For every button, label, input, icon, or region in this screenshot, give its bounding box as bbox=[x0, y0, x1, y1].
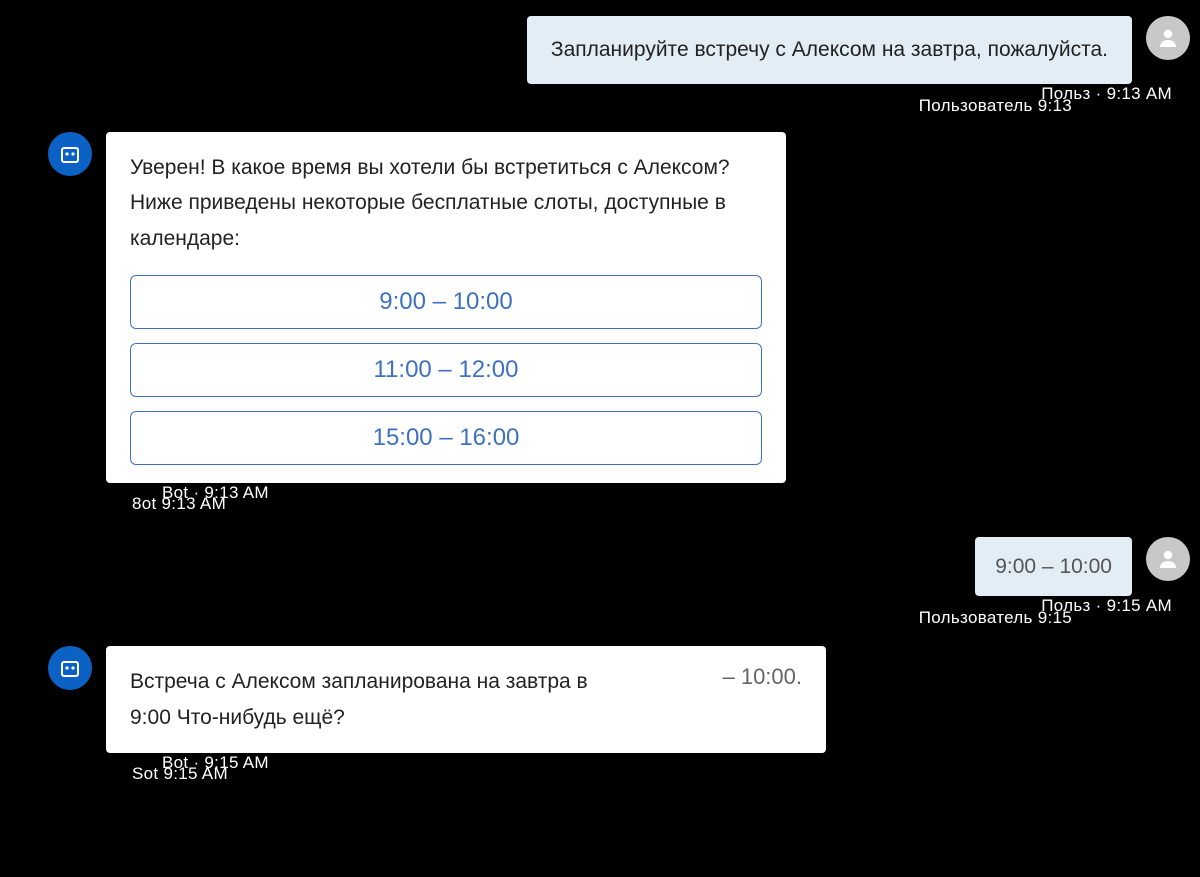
message-group-user-1: Запланируйте встречу с Алексом на завтра… bbox=[0, 16, 1200, 112]
user-message-text: 9:00 – 10:00 bbox=[995, 551, 1112, 583]
message-row: 9:00 – 10:00 bbox=[0, 537, 1200, 597]
bot-message-bubble: Уверен! В какое время вы хотели бы встре… bbox=[106, 132, 786, 483]
time-slot-option[interactable]: 9:00 – 10:00 bbox=[130, 275, 762, 329]
user-message-text: Запланируйте встречу с Алексом на завтра… bbox=[551, 34, 1108, 66]
time-slot-option[interactable]: 15:00 – 16:00 bbox=[130, 411, 762, 465]
message-meta: Bot · 9:15 AM Sot 9:15 AM bbox=[0, 753, 128, 781]
user-message-bubble: 9:00 – 10:00 bbox=[975, 537, 1132, 597]
user-avatar bbox=[1146, 537, 1190, 581]
time-slot-option[interactable]: 11:00 – 12:00 bbox=[130, 343, 762, 397]
chat-transcript: Запланируйте встречу с Алексом на завтра… bbox=[0, 0, 1200, 877]
message-meta-back-2: Пользователь 9:15 bbox=[919, 608, 1072, 628]
confirmation-row: Встреча с Алексом запланирована на завтр… bbox=[130, 664, 802, 735]
message-meta: Bot · 9:13 AM 8ot 9:13 AM bbox=[0, 483, 128, 511]
person-icon bbox=[1156, 547, 1180, 571]
person-icon bbox=[1156, 26, 1180, 50]
message-group-bot-2: Встреча с Алексом запланирована на завтр… bbox=[0, 646, 1200, 781]
message-row: Уверен! В какое время вы хотели бы встре… bbox=[0, 132, 1200, 483]
message-row: Запланируйте встречу с Алексом на завтра… bbox=[0, 16, 1200, 84]
message-meta-back-2: Пользователь 9:13 bbox=[919, 96, 1072, 116]
message-group-bot-1: Уверен! В какое время вы хотели бы встре… bbox=[0, 132, 1200, 511]
message-meta: Польз · 9:13 AM Пользователь 9:13 Пользо… bbox=[1132, 84, 1200, 112]
bot-avatar bbox=[48, 646, 92, 690]
bot-message-text: Встреча с Алексом запланирована на завтр… bbox=[130, 664, 630, 735]
time-slot-list: 9:00 – 10:00 11:00 – 12:00 15:00 – 16:00 bbox=[130, 275, 762, 465]
bot-message-bubble: Встреча с Алексом запланирована на завтр… bbox=[106, 646, 826, 753]
message-group-user-2: 9:00 – 10:00 Польз · 9:15 AM Пользовател… bbox=[0, 537, 1200, 625]
message-row: Встреча с Алексом запланирована на завтр… bbox=[0, 646, 1200, 753]
message-meta-back-2: 8ot 9:13 AM bbox=[132, 494, 226, 514]
bot-message-text: Уверен! В какое время вы хотели бы встре… bbox=[130, 150, 762, 257]
user-avatar bbox=[1146, 16, 1190, 60]
bot-avatar bbox=[48, 132, 92, 176]
message-meta-back-2: Sot 9:15 AM bbox=[132, 764, 228, 784]
message-meta: Польз · 9:15 AM Пользователь 9:15 bbox=[1132, 596, 1200, 624]
bot-icon bbox=[58, 656, 82, 680]
user-message-bubble: Запланируйте встречу с Алексом на завтра… bbox=[527, 16, 1132, 84]
bot-icon bbox=[58, 142, 82, 166]
bot-message-time-tail: – 10:00. bbox=[714, 664, 802, 690]
